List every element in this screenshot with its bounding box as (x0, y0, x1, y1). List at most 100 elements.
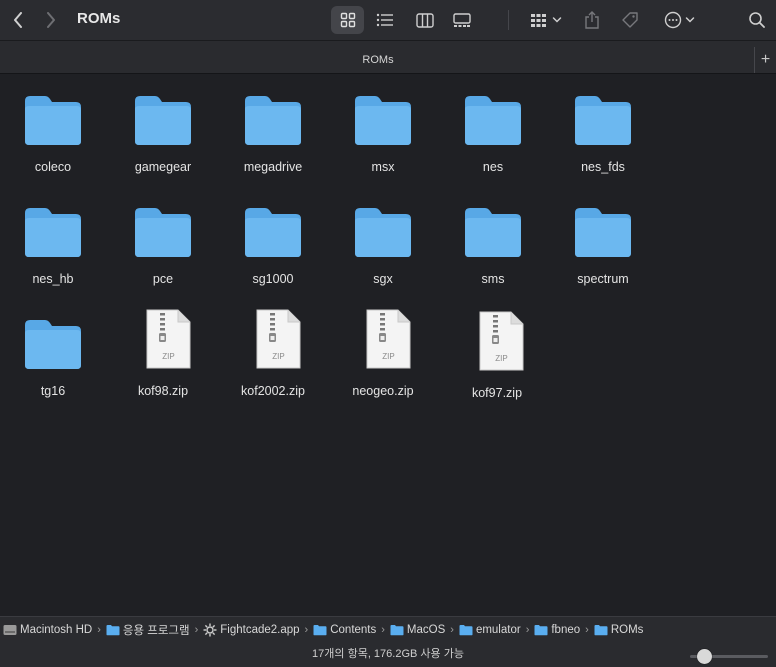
share-button[interactable] (580, 6, 604, 34)
folder-item[interactable]: nes_fds (548, 75, 658, 185)
toolbar-separator (508, 10, 509, 30)
list-icon (376, 13, 393, 27)
folder-item[interactable]: tg16 (0, 299, 108, 409)
column-view-button[interactable] (410, 6, 440, 34)
folder-icon (106, 624, 120, 635)
zip-badge: ZIP (272, 352, 285, 361)
item-label: nes_hb (32, 272, 74, 286)
folder-icon (459, 624, 473, 635)
tag-icon (622, 12, 638, 28)
folder-icon (25, 208, 81, 257)
folder-item[interactable]: sgx (328, 187, 438, 297)
folder-icon (245, 208, 301, 257)
forward-button[interactable] (39, 8, 63, 32)
list-view-button[interactable] (370, 6, 400, 34)
folder-icon (135, 96, 191, 145)
item-label: nes (482, 160, 504, 174)
back-button[interactable] (6, 8, 30, 32)
folder-icon (465, 208, 521, 257)
item-label: megadrive (243, 160, 303, 174)
folder-item[interactable]: spectrum (548, 187, 658, 297)
zip-badge: ZIP (382, 352, 395, 361)
grid-icon (340, 12, 355, 28)
item-label: coleco (34, 160, 72, 174)
breadcrumb-item[interactable]: Macintosh HD (3, 624, 92, 636)
file-item[interactable]: ZIP kof2002.zip (218, 299, 328, 409)
folder-item[interactable]: nes (438, 75, 548, 185)
item-label: kof2002.zip (241, 384, 305, 398)
chevron-down-icon (552, 17, 562, 23)
group-icon (531, 13, 546, 27)
folder-icon-wrap (243, 93, 303, 147)
more-actions-button[interactable] (660, 6, 698, 34)
folder-item[interactable]: msx (328, 75, 438, 185)
tab-roms[interactable]: ROMs (0, 41, 756, 75)
folder-item[interactable]: pce (108, 187, 218, 297)
folder-icon-wrap (133, 205, 193, 259)
folder-item[interactable]: nes_hb (0, 187, 108, 297)
folder-icon (245, 96, 301, 145)
gallery-view-button[interactable] (447, 6, 477, 34)
folder-item[interactable]: megadrive (218, 75, 328, 185)
breadcrumb-item[interactable]: 응용 프로그램 (106, 622, 190, 638)
status-bar: 17개의 항목, 176.2GB 사용 가능 (0, 642, 776, 667)
breadcrumb-item[interactable]: emulator (459, 624, 521, 636)
item-label: msx (371, 160, 395, 174)
file-item[interactable]: ZIP neogeo.zip (328, 299, 438, 409)
item-label: kof98.zip (137, 384, 189, 398)
folder-item[interactable]: gamegear (108, 75, 218, 185)
breadcrumb-chevron-icon: › (585, 623, 589, 636)
folder-icon (25, 320, 81, 369)
item-label: neogeo.zip (352, 384, 414, 398)
folder-icon-wrap (133, 93, 193, 147)
folder-icon (25, 96, 81, 145)
item-label: kof97.zip (471, 386, 523, 400)
item-label: sgx (373, 272, 393, 286)
window-title: ROMs (77, 10, 121, 27)
path-bar: Macintosh HD › 응용 프로그램 › Fightcade2.app › Cont… (0, 616, 776, 642)
folder-icon (534, 624, 548, 635)
breadcrumb-label: 응용 프로그램 (122, 624, 190, 637)
breadcrumb-label: fbneo (551, 623, 581, 636)
folder-icon-wrap (23, 205, 83, 259)
tab-bar: ROMs + (0, 40, 776, 74)
folder-icon-wrap (353, 93, 413, 147)
group-by-button[interactable] (526, 6, 566, 34)
breadcrumb-chevron-icon: › (381, 623, 385, 636)
breadcrumb-item[interactable]: ROMs (594, 624, 643, 636)
new-tab-button[interactable]: + (754, 47, 776, 73)
file-item[interactable]: ZIP kof98.zip (108, 299, 218, 409)
breadcrumb-chevron-icon: › (525, 623, 530, 636)
folder-icon-wrap (23, 93, 83, 147)
columns-icon (416, 12, 434, 28)
folder-icon (575, 208, 631, 257)
folder-item[interactable]: coleco (0, 75, 108, 185)
search-button[interactable] (744, 6, 770, 34)
gallery-icon (453, 12, 471, 27)
folder-item[interactable]: sms (438, 187, 548, 297)
breadcrumb-chevron-icon: › (304, 623, 309, 636)
tag-button[interactable] (617, 6, 643, 34)
icon-view-button[interactable] (331, 6, 364, 34)
zip-icon-wrap: ZIP (248, 309, 308, 369)
breadcrumb-item[interactable]: Fightcade2.app (203, 623, 300, 637)
zip-icon-wrap: ZIP (471, 311, 531, 371)
item-label: sms (481, 272, 505, 286)
breadcrumb-item[interactable]: MacOS (390, 624, 445, 636)
folder-icon-wrap (463, 93, 523, 147)
breadcrumb-item[interactable]: fbneo (534, 624, 580, 636)
icon-size-slider-knob[interactable] (696, 649, 712, 664)
breadcrumb-chevron-icon: › (450, 623, 454, 636)
file-item[interactable]: ZIP kof97.zip (438, 299, 548, 409)
breadcrumb-label: Fightcade2.app (220, 623, 300, 636)
folder-item[interactable]: sg1000 (218, 187, 328, 297)
folder-icon-wrap (243, 205, 303, 259)
folder-icon (355, 96, 411, 145)
folder-icon (594, 624, 608, 635)
breadcrumb-chevron-icon: › (194, 623, 199, 636)
item-label: gamegear (134, 160, 192, 174)
breadcrumb-item[interactable]: Contents (313, 624, 376, 636)
folder-icon-wrap (23, 317, 83, 371)
search-icon (749, 12, 765, 28)
breadcrumb-chevron-icon: › (97, 623, 101, 636)
